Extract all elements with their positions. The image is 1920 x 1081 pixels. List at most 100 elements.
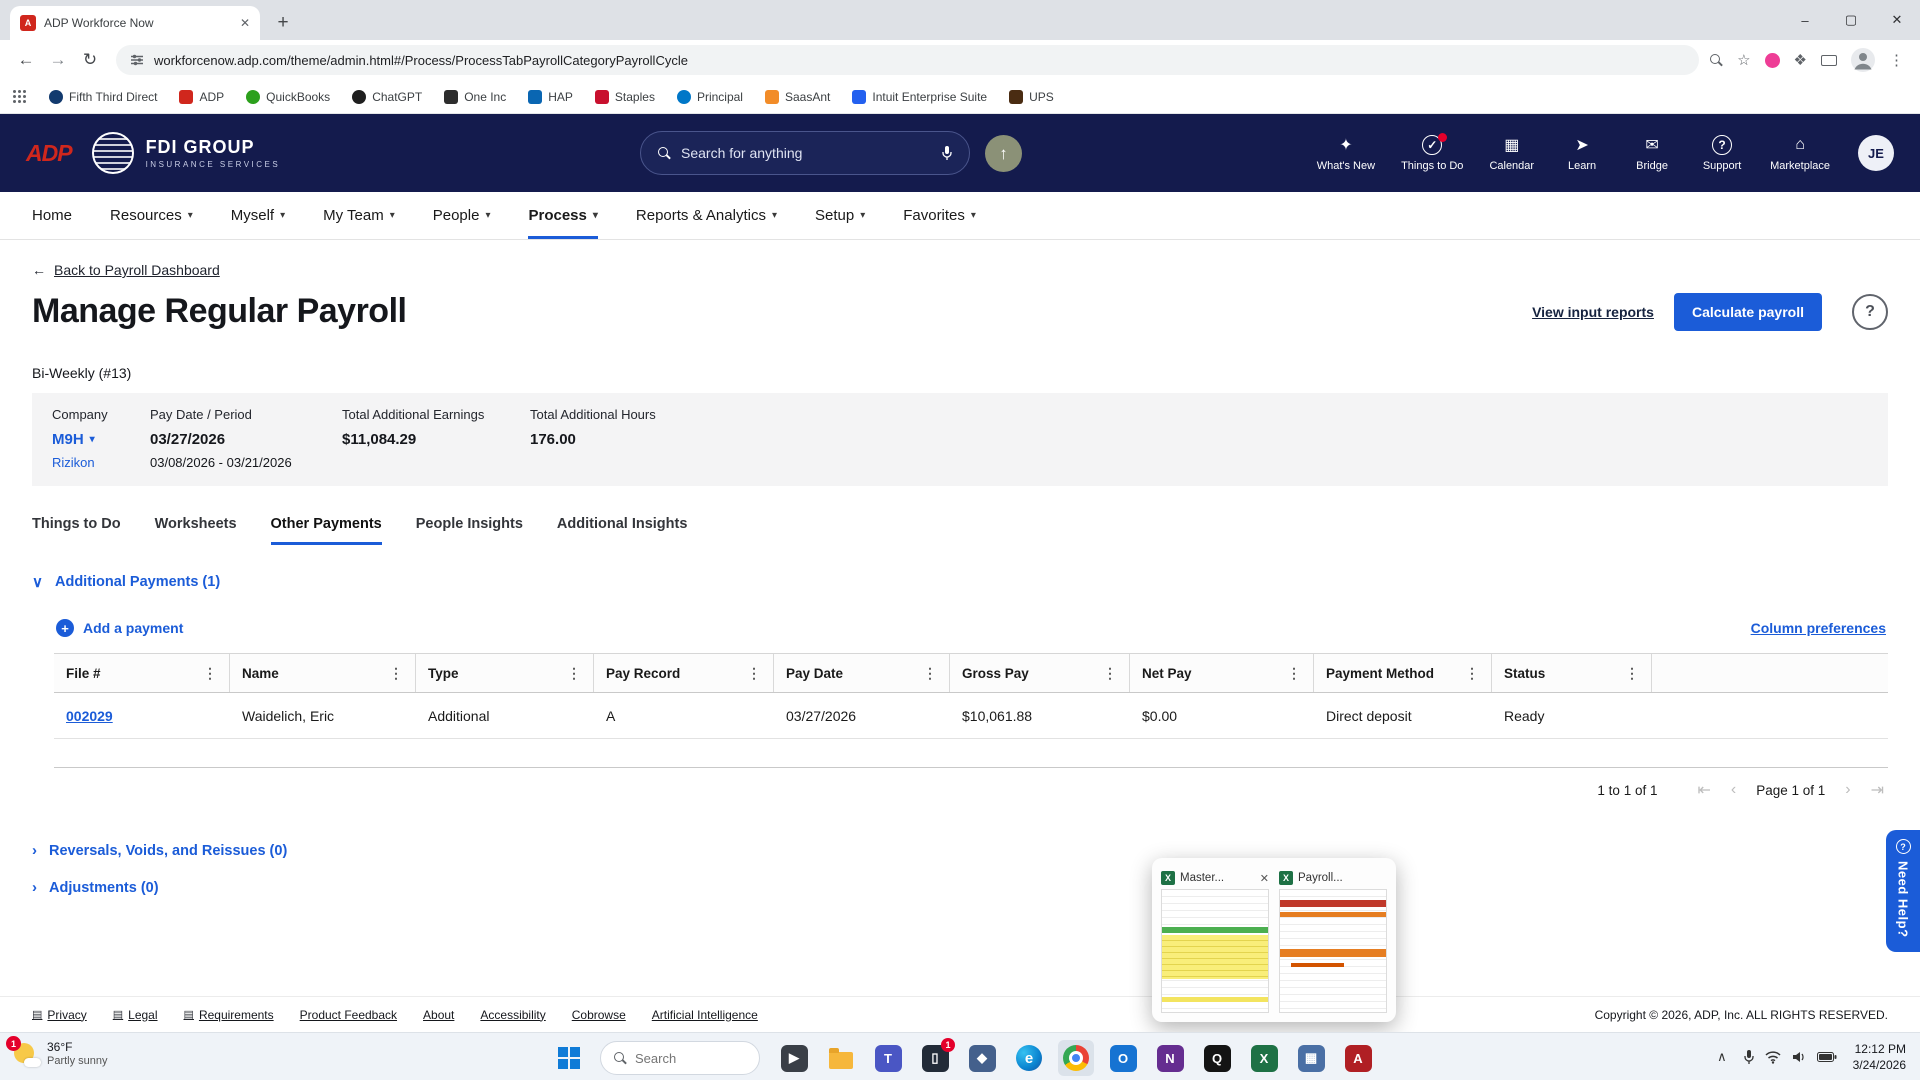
nav-item-reports-analytics[interactable]: Reports & Analytics ▾ <box>636 192 777 239</box>
taskbar-icon-outlook[interactable]: O <box>1105 1040 1141 1076</box>
close-preview-icon[interactable]: ✕ <box>1260 872 1269 885</box>
bookmark-saasant[interactable]: SaasAnt <box>764 89 830 104</box>
footer-link-cobrowse[interactable]: Cobrowse <box>572 1008 626 1022</box>
taskbar-icon-onenote[interactable]: N <box>1152 1040 1188 1076</box>
bookmark-fifth-third[interactable]: Fifth Third Direct <box>49 89 157 104</box>
company-name-link[interactable]: Rizikon <box>52 455 150 470</box>
site-settings-icon[interactable] <box>130 53 144 67</box>
search-input[interactable] <box>681 145 931 161</box>
bookmark-one-inc[interactable]: One Inc <box>444 89 506 104</box>
section-additional-payments[interactable]: ∨ Additional Payments (1) <box>32 573 1888 591</box>
file-number-link[interactable]: 002029 <box>66 708 113 724</box>
column-menu-icon[interactable]: ⋮ <box>737 665 761 682</box>
bookmark-principal[interactable]: Principal <box>676 89 743 104</box>
user-avatar[interactable]: JE <box>1858 135 1894 171</box>
browser-tab[interactable]: A ADP Workforce Now ✕ <box>10 6 260 40</box>
footer-link-requirements[interactable]: ▤ Requirements <box>184 1008 274 1022</box>
extensions-icon[interactable]: ❖ <box>1794 51 1807 69</box>
nav-item-process[interactable]: Process ▾ <box>528 192 598 239</box>
taskbar-icon-calculator[interactable]: ▦ <box>1293 1040 1329 1076</box>
header-action-things-to-do[interactable]: ✓ Things to Do <box>1401 132 1463 172</box>
window-preview-payroll[interactable]: X Payroll... <box>1279 867 1387 1013</box>
nav-item-my-team[interactable]: My Team ▾ <box>323 192 395 239</box>
nav-item-resources[interactable]: Resources ▾ <box>110 192 193 239</box>
column-menu-icon[interactable]: ⋮ <box>193 665 217 682</box>
column-menu-icon[interactable]: ⋮ <box>379 665 403 682</box>
zoom-icon[interactable] <box>1709 53 1723 67</box>
taskbar-search-input[interactable] <box>635 1050 735 1066</box>
first-page-icon[interactable]: ⇤ <box>1697 780 1710 800</box>
section-reversals[interactable]: › Reversals, Voids, and Reissues (0) <box>32 842 1888 859</box>
column-menu-icon[interactable]: ⋮ <box>1093 665 1117 682</box>
taskbar-icon-file-explorer[interactable] <box>823 1040 859 1076</box>
tab-close-icon[interactable]: ✕ <box>240 16 250 30</box>
back-icon[interactable]: ← <box>10 44 42 76</box>
bookmark-hap[interactable]: HAP <box>528 89 573 104</box>
help-icon[interactable]: ? <box>1852 293 1888 330</box>
bookmark-ups[interactable]: UPS <box>1009 89 1054 104</box>
tab-things-to-do[interactable]: Things to Do <box>32 516 121 545</box>
extension-pink-icon[interactable] <box>1764 52 1780 68</box>
nav-item-favorites[interactable]: Favorites ▾ <box>903 192 976 239</box>
header-action-marketplace[interactable]: ⌂ Marketplace <box>1770 135 1830 172</box>
table-row[interactable]: 002029 Waidelich, Eric Additional A 03/2… <box>54 693 1888 739</box>
footer-link-artificial-intelligence[interactable]: Artificial Intelligence <box>652 1008 758 1022</box>
column-preferences-link[interactable]: Column preferences <box>1751 620 1886 636</box>
footer-link-accessibility[interactable]: Accessibility <box>480 1008 545 1022</box>
add-payment-button[interactable]: + Add a payment <box>56 619 183 637</box>
tab-other-payments[interactable]: Other Payments <box>270 516 382 545</box>
taskbar-icon-chrome[interactable] <box>1058 1040 1094 1076</box>
address-bar[interactable]: workforcenow.adp.com/theme/admin.html#/P… <box>116 45 1700 75</box>
column-menu-icon[interactable]: ⋮ <box>1615 665 1639 682</box>
search-submit-button[interactable]: ↑ <box>985 135 1022 172</box>
window-preview-master[interactable]: X Master... ✕ <box>1161 867 1269 1013</box>
column-menu-icon[interactable]: ⋮ <box>913 665 937 682</box>
global-search[interactable] <box>640 131 970 175</box>
company-selector[interactable]: M9H ▾ <box>52 431 150 448</box>
nav-item-myself[interactable]: Myself ▾ <box>231 192 285 239</box>
tab-people-insights[interactable]: People Insights <box>416 516 523 545</box>
need-help-button[interactable]: ? Need Help? <box>1886 830 1920 952</box>
view-input-reports-link[interactable]: View input reports <box>1532 304 1654 320</box>
nav-item-home[interactable]: Home <box>32 192 72 239</box>
footer-link-about[interactable]: About <box>423 1008 454 1022</box>
taskbar-icon-phone-link[interactable]: 1 ▯ <box>917 1038 955 1076</box>
footer-link-privacy[interactable]: ▤ Privacy <box>32 1008 87 1022</box>
footer-link-legal[interactable]: ▤ Legal <box>113 1008 158 1022</box>
taskbar-clock[interactable]: 12:12 PM 3/24/2026 <box>1853 1041 1906 1073</box>
media-device-icon[interactable] <box>1821 54 1837 66</box>
bookmark-chatgpt[interactable]: ChatGPT <box>352 89 422 104</box>
weather-widget[interactable]: 1 36°F Partly sunny <box>6 1036 108 1069</box>
section-adjustments[interactable]: › Adjustments (0) <box>32 879 1888 896</box>
close-button[interactable]: ✕ <box>1874 0 1920 40</box>
column-menu-icon[interactable]: ⋮ <box>1455 665 1479 682</box>
taskbar-icon-edge[interactable]: e <box>1011 1040 1047 1076</box>
taskbar-search[interactable] <box>600 1041 760 1075</box>
next-page-icon[interactable]: › <box>1845 781 1850 799</box>
new-tab-button[interactable]: + <box>268 8 298 38</box>
start-button[interactable] <box>552 1040 588 1076</box>
taskbar-icon-media-app[interactable]: ▶ <box>776 1040 812 1076</box>
taskbar-icon-pinned-app[interactable]: ◆ <box>964 1040 1000 1076</box>
bookmark-staples[interactable]: Staples <box>594 89 655 104</box>
reload-icon[interactable]: ↻ <box>74 44 106 76</box>
taskbar-icon-teams[interactable]: T <box>870 1040 906 1076</box>
maximize-button[interactable]: ▢ <box>1828 0 1874 40</box>
mic-icon[interactable] <box>941 145 953 161</box>
forward-icon[interactable]: → <box>42 44 74 76</box>
header-action-calendar[interactable]: ▦ Calendar <box>1489 135 1534 172</box>
nav-item-people[interactable]: People ▾ <box>433 192 491 239</box>
header-action-whats-new[interactable]: ✦ What's New <box>1317 135 1375 172</box>
volume-icon[interactable] <box>1791 1050 1807 1064</box>
last-page-icon[interactable]: ⇥ <box>1871 780 1884 800</box>
nav-item-setup[interactable]: Setup ▾ <box>815 192 865 239</box>
bookmark-intuit[interactable]: Intuit Enterprise Suite <box>852 89 987 104</box>
tab-additional-insights[interactable]: Additional Insights <box>557 516 688 545</box>
bookmark-star-icon[interactable]: ☆ <box>1737 51 1750 69</box>
column-menu-icon[interactable]: ⋮ <box>557 665 581 682</box>
battery-icon[interactable] <box>1816 1051 1837 1063</box>
minimize-button[interactable]: – <box>1782 0 1828 40</box>
wifi-icon[interactable] <box>1765 1050 1781 1064</box>
previous-page-icon[interactable]: ‹ <box>1731 781 1736 799</box>
mic-icon[interactable] <box>1743 1049 1755 1065</box>
